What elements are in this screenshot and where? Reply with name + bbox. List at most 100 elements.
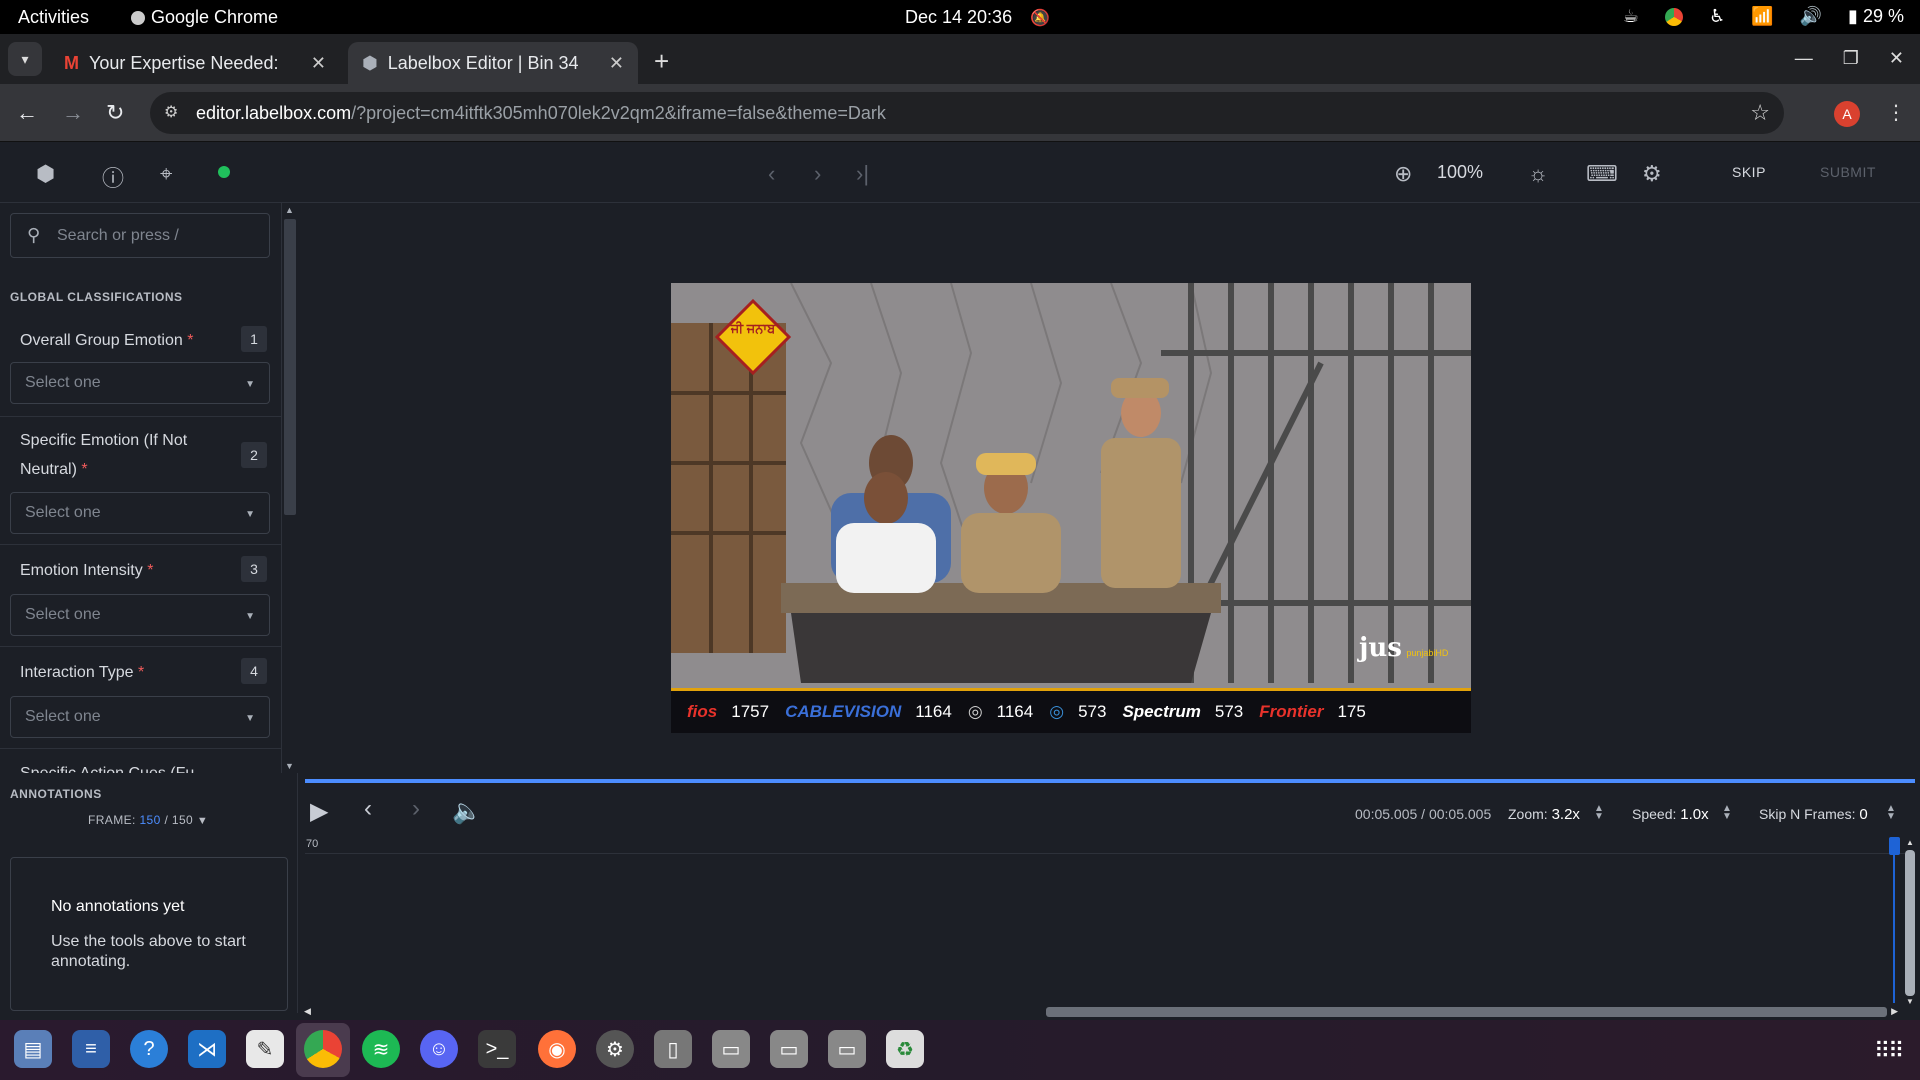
activities-button[interactable]: Activities [18,7,89,28]
search-icon: ⚲ [27,225,41,245]
terminal-icon[interactable]: >_ [478,1030,516,1068]
speed-stepper-icon[interactable]: ▲ ▼ [1722,804,1732,822]
channel-logo-sub: punjabiHD [1406,648,1449,658]
video-frame[interactable]: ਜੀ ਜਨਾਬ jus punjabiHD [671,283,1471,733]
required-marker: * [138,664,145,681]
ticker-number: 1757 [731,702,770,721]
tab-search-button[interactable]: ▾ [8,42,42,76]
labelbox-logo-icon[interactable]: ⬢ [36,161,55,187]
volume-icon[interactable]: 🔊 [1800,6,1822,27]
browser-tab-labelbox[interactable]: ⬢ Labelbox Editor | Bin 34 ✕ [348,42,638,84]
minimize-icon[interactable]: — [1795,48,1813,69]
ticker-item: CABLEVISION 1164 [785,702,952,722]
spotify-icon[interactable]: ≋ [362,1030,400,1068]
ssd-drive-icon-2[interactable]: ▭ [770,1030,808,1068]
scroll-left-icon[interactable]: ◀ [304,1006,311,1017]
brightness-icon[interactable]: ☼ [1528,161,1548,187]
new-tab-button[interactable]: + [654,46,669,77]
submit-button[interactable]: SUBMIT [1820,164,1876,180]
profile-avatar[interactable]: A [1834,101,1860,127]
close-tab-icon[interactable]: ✕ [311,53,326,74]
interaction-type-select[interactable]: Select one ▼ [10,696,270,738]
play-icon[interactable]: ▶ [310,797,328,826]
files-icon[interactable]: ▤ [14,1030,52,1068]
bookmark-star-icon[interactable]: ☆ [1750,100,1770,126]
settings-gear-icon[interactable]: ⚙ [1642,161,1662,187]
annotation-track[interactable] [305,853,1905,1005]
text-document-icon[interactable]: ≡ [72,1030,110,1068]
info-icon[interactable]: ⓘ [102,161,124,193]
close-window-icon[interactable]: ✕ [1889,48,1904,69]
connection-status-dot [218,166,230,178]
scroll-up-icon[interactable]: ▲ [285,205,294,215]
next-icon[interactable]: › [814,161,821,187]
scroll-up-icon[interactable]: ▲ [1906,838,1914,847]
previous-frame-icon[interactable]: ‹ [364,795,372,823]
scrollbar-thumb[interactable] [1905,850,1915,996]
previous-icon[interactable]: ‹ [768,161,775,187]
caffeine-icon[interactable]: ☕ [1623,6,1639,27]
playhead-line [1893,853,1895,1003]
zoom-stepper-icon[interactable]: ▲ ▼ [1594,804,1604,822]
timeline-zoom: Zoom: 3.2x [1508,806,1580,823]
close-tab-icon[interactable]: ✕ [609,53,624,74]
scroll-down-icon[interactable]: ▼ [1906,997,1914,1006]
clock[interactable]: Dec 14 20:36 [905,7,1012,28]
scroll-right-icon[interactable]: ▶ [1891,1006,1898,1017]
next-frame-icon[interactable]: › [412,795,420,823]
keyboard-icon[interactable]: ⌨ [1586,161,1618,187]
app-grid-icon[interactable]: ⠿⠿ [1874,1038,1904,1064]
ticker-item: ◎ 573 [1049,702,1106,722]
skip-frames: Skip N Frames: 0 [1759,806,1868,823]
active-app-menu[interactable]: Google Chrome [131,7,278,28]
forward-icon[interactable]: → [62,100,84,126]
question-label-5: Specific Action Cues (Fu [20,759,210,773]
dropdown-caret-icon: ▼ [245,379,255,390]
ticker-brand: fios [687,702,718,721]
vscode-icon[interactable]: ⋊ [188,1030,226,1068]
volume-icon[interactable]: 🔈 [452,797,482,826]
skip-frames-stepper-icon[interactable]: ▲ ▼ [1886,804,1896,822]
zoom-in-icon[interactable]: ⊕ [1394,161,1412,187]
system-tray[interactable]: ☕ ♿ 📶 🔊 ▮ 29 % [1623,6,1904,27]
overall-group-emotion-select[interactable]: Select one ▼ [10,362,270,404]
timeline-horizontal-scrollbar[interactable]: ◀ ▶ [300,1005,1902,1019]
site-info-icon[interactable]: ⚙ [164,102,178,122]
ruler-tick: 70 [306,838,319,850]
location-pin-icon[interactable]: ⌖ [160,161,172,187]
specific-emotion-select[interactable]: Select one ▼ [10,492,270,534]
document-icon[interactable]: ▯ [654,1030,692,1068]
sidebar-scrollbar[interactable]: ▲ ▼ [282,203,298,773]
chrome-icon[interactable] [304,1030,342,1068]
ssd-drive-icon-3[interactable]: ▭ [828,1030,866,1068]
chrome-menu-icon[interactable]: ⋮ [1886,100,1906,125]
settings-icon[interactable]: ⚙ [596,1030,634,1068]
ssd-drive-icon[interactable]: ▭ [712,1030,750,1068]
wifi-icon[interactable]: 📶 [1751,6,1773,27]
restore-icon[interactable]: ❐ [1843,48,1859,69]
scrollbar-thumb[interactable] [284,219,296,515]
trash-icon[interactable]: ♻ [886,1030,924,1068]
ticker-number: 1164 [996,702,1034,721]
back-icon[interactable]: ← [16,100,38,126]
timeline-vertical-scrollbar[interactable]: ▲ ▼ [1902,838,1918,1006]
chrome-tray-icon[interactable] [1665,7,1684,26]
text-editor-icon[interactable]: ✎ [246,1030,284,1068]
firefox-icon[interactable]: ◉ [538,1030,576,1068]
reload-icon[interactable]: ↻ [106,100,124,126]
discord-icon[interactable]: ☺ [420,1030,458,1068]
accessibility-icon[interactable]: ♿ [1709,6,1725,27]
search-input[interactable]: ⚲ Search or press / [10,213,270,258]
help-icon[interactable]: ? [130,1030,168,1068]
select-placeholder: Select one [25,708,101,725]
scrollbar-thumb[interactable] [1046,1007,1887,1017]
skip-button[interactable]: SKIP [1732,164,1766,180]
scroll-down-icon[interactable]: ▼ [285,761,294,771]
battery-indicator[interactable]: ▮ 29 % [1848,6,1904,27]
frame-selector[interactable]: FRAME: 150 / 150 ▼ [88,813,208,827]
address-bar[interactable]: ⚙ editor.labelbox.com/?project=cm4itftk3… [150,92,1784,134]
browser-tab-gmail[interactable]: M Your Expertise Needed: ✕ [50,42,340,84]
skip-to-end-icon[interactable]: ›| [856,161,869,187]
dropdown-caret-icon: ▼ [196,815,209,827]
emotion-intensity-select[interactable]: Select one ▼ [10,594,270,636]
